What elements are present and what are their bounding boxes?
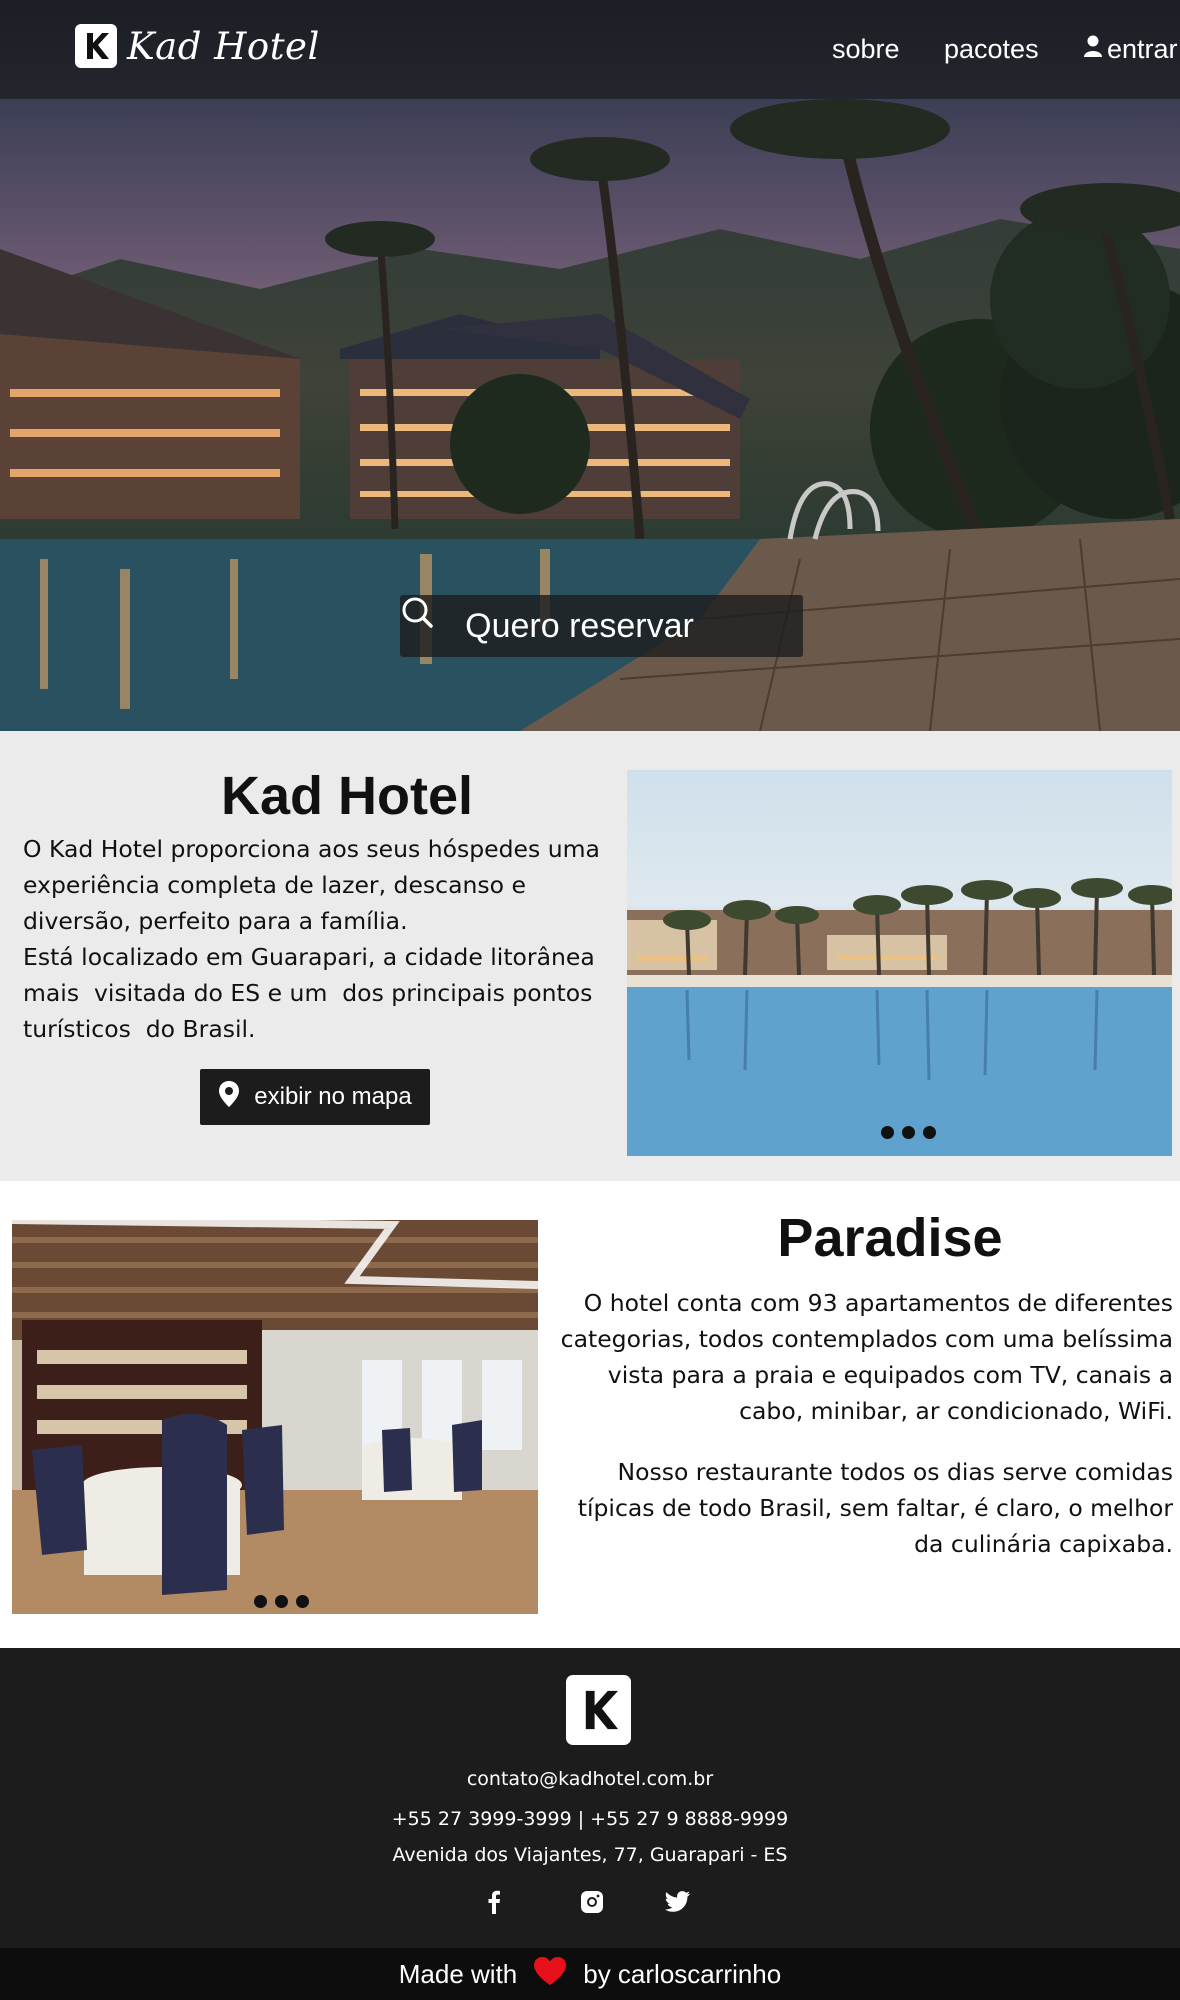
- user-icon: [1083, 34, 1103, 65]
- paradise-text: O hotel conta com 93 apartamentos de dif…: [545, 1285, 1173, 1562]
- footer: contato@kadhotel.com.br +55 27 3999-3999…: [0, 1648, 1180, 1948]
- instagram-icon[interactable]: [578, 1888, 606, 1916]
- restaurant-carousel-dots: [254, 1595, 309, 1608]
- about-carousel-dots: [881, 1126, 936, 1139]
- carousel-dot[interactable]: [275, 1595, 288, 1608]
- footer-logo-icon[interactable]: [566, 1675, 631, 1745]
- facebook-icon[interactable]: [482, 1888, 506, 1916]
- about-text: O Kad Hotel proporciona aos seus hóspede…: [23, 831, 633, 1047]
- heart-icon: [533, 1956, 567, 1993]
- made-with-label: Made with: [398, 1958, 518, 1989]
- map-pin-icon: [218, 1080, 240, 1115]
- paradise-paragraph-2: Nosso restaurante todos os dias serve co…: [577, 1458, 1173, 1558]
- about-paragraph-2: Está localizado em Guarapari, a cidade l…: [23, 943, 603, 1043]
- restaurant-image: [12, 1220, 538, 1614]
- about-section: Kad Hotel O Kad Hotel proporciona aos se…: [0, 731, 1180, 1181]
- reserve-button[interactable]: Quero reservar: [400, 595, 803, 657]
- nav-link-entrar-label: entrar: [1107, 34, 1178, 64]
- about-paragraph-1: O Kad Hotel proporciona aos seus hóspede…: [23, 835, 608, 935]
- hero-banner: Quero reservar: [0, 99, 1180, 731]
- brand-name: Kad Hotel: [127, 24, 320, 68]
- carousel-dot[interactable]: [296, 1595, 309, 1608]
- paradise-paragraph-1: O hotel conta com 93 apartamentos de dif…: [560, 1289, 1173, 1425]
- nav-link-pacotes[interactable]: pacotes: [944, 34, 1039, 65]
- resort-pool-image: [627, 878, 1172, 1156]
- carousel-dot[interactable]: [881, 1126, 894, 1139]
- carousel-dot[interactable]: [254, 1595, 267, 1608]
- map-button-label: exibir no mapa: [254, 1083, 412, 1110]
- author-label[interactable]: by carloscarrinho: [583, 1959, 781, 1990]
- navbar: Kad Hotel sobre pacotes entrar: [0, 0, 1180, 99]
- carousel-dot[interactable]: [902, 1126, 915, 1139]
- reserve-button-label: Quero reservar: [465, 606, 694, 645]
- twitter-icon[interactable]: [664, 1888, 692, 1916]
- footer-address: Avenida dos Viajantes, 77, Guarapari - E…: [392, 1844, 788, 1866]
- nav-link-sobre[interactable]: sobre: [832, 34, 900, 65]
- carousel-dot[interactable]: [923, 1126, 936, 1139]
- about-title: Kad Hotel: [220, 766, 474, 826]
- footer-email[interactable]: contato@kadhotel.com.br: [0, 1768, 1180, 1790]
- paradise-section: Paradise O hotel conta com 93 apartament…: [0, 1181, 1180, 1648]
- made-with-bar: Made with by carloscarrinho: [0, 1948, 1180, 2000]
- footer-phones: +55 27 3999-3999 | +55 27 9 8888-9999: [391, 1808, 789, 1830]
- nav-link-entrar[interactable]: entrar: [1083, 34, 1178, 65]
- brand[interactable]: Kad Hotel: [75, 24, 320, 68]
- brand-logo-icon: [75, 24, 117, 68]
- paradise-title: Paradise: [777, 1208, 1003, 1268]
- map-button[interactable]: exibir no mapa: [200, 1069, 430, 1125]
- about-carousel[interactable]: [627, 770, 1172, 1156]
- restaurant-carousel[interactable]: [12, 1220, 538, 1614]
